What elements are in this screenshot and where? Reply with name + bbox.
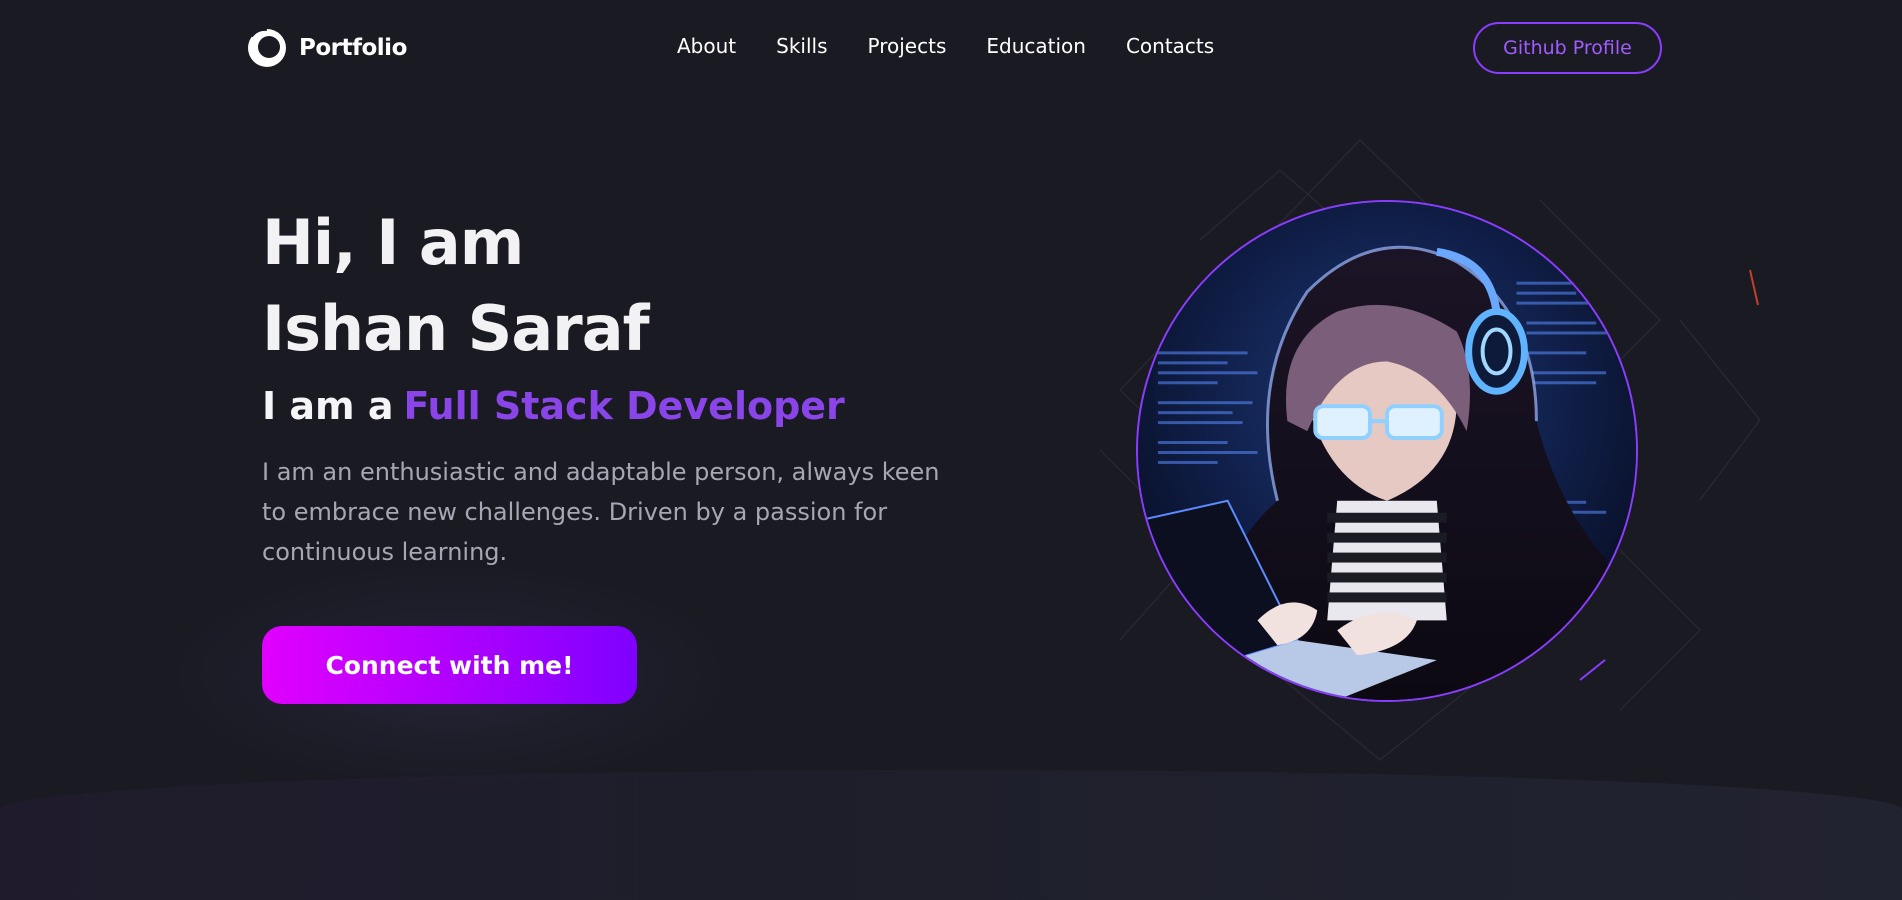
- connect-button[interactable]: Connect with me!: [262, 626, 637, 704]
- github-profile-button[interactable]: Github Profile: [1473, 22, 1662, 74]
- nav-link-education[interactable]: Education: [986, 34, 1086, 58]
- hooded-developer-avatar-image: [1138, 202, 1636, 700]
- brand-name: Portfolio: [299, 35, 407, 61]
- logo-icon: [248, 26, 286, 67]
- hero-greeting: Hi, I am: [262, 206, 524, 279]
- role-line: I am a Full Stack Developer: [262, 384, 845, 428]
- hero-name: Ishan Saraf: [262, 292, 650, 365]
- hero-title: Hi, I am Ishan Saraf: [262, 200, 650, 372]
- navbar: Portfolio About Skills Projects Educatio…: [0, 0, 1902, 96]
- brand[interactable]: Portfolio: [245, 26, 407, 70]
- nav-link-projects[interactable]: Projects: [868, 34, 947, 58]
- nav-link-skills[interactable]: Skills: [776, 34, 827, 58]
- avatar: [1136, 200, 1638, 702]
- role-prefix: I am a: [262, 384, 394, 428]
- bottom-section-band: [0, 770, 1902, 900]
- role-title: Full Stack Developer: [403, 384, 845, 428]
- nav-link-about[interactable]: About: [677, 34, 736, 58]
- hero-description: I am an enthusiastic and adaptable perso…: [262, 458, 940, 566]
- nav-link-contacts[interactable]: Contacts: [1126, 34, 1214, 58]
- nav-links: About Skills Projects Education Contacts: [677, 34, 1254, 58]
